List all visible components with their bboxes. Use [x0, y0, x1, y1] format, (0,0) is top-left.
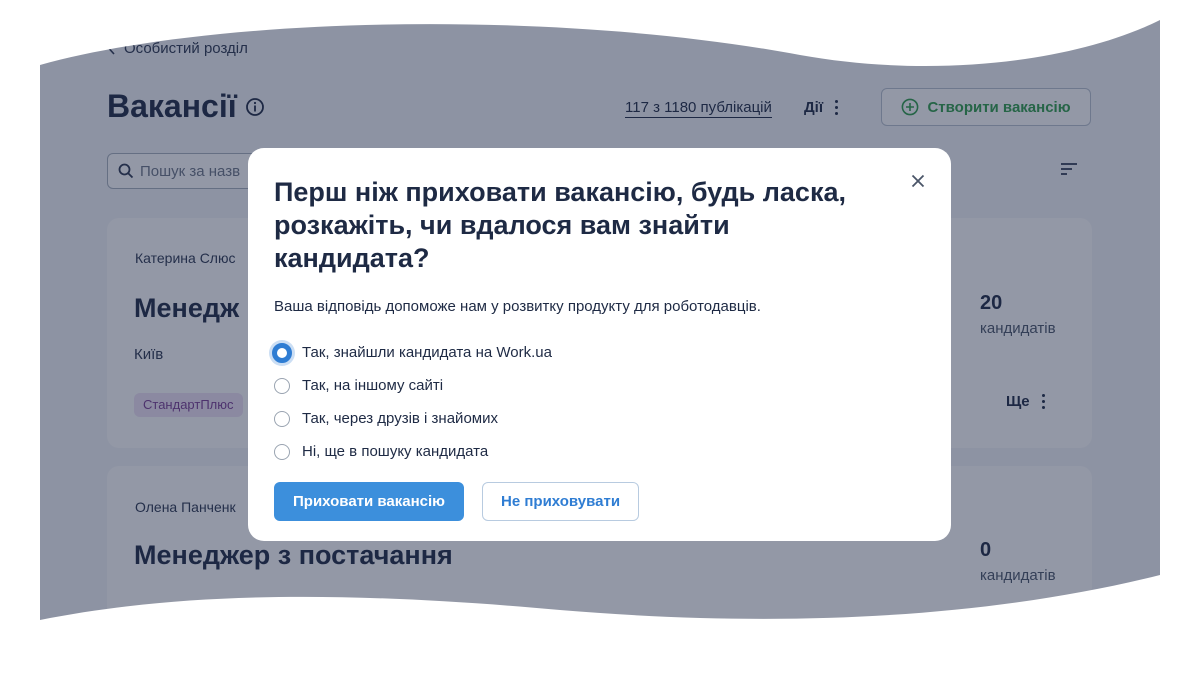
dialog-actions: Приховати вакансію Не приховувати: [274, 482, 925, 521]
option-label: Так, знайшли кандидата на Work.ua: [302, 344, 552, 361]
option-label: Так, на іншому сайті: [302, 377, 444, 394]
dialog-title: Перш ніж приховати вакансію, будь ласка,…: [274, 177, 846, 273]
hide-vacancy-button[interactable]: Приховати вакансію: [274, 482, 464, 521]
option-label: Ні, ще в пошуку кандидата: [302, 443, 489, 460]
close-icon[interactable]: [911, 174, 925, 188]
option-found-on-workua[interactable]: Так, знайшли кандидата на Work.ua: [272, 336, 925, 369]
radio[interactable]: [274, 443, 290, 460]
hide-vacancy-dialog: Перш ніж приховати вакансію, будь ласка,…: [248, 148, 951, 541]
dialog-subtitle: Ваша відповідь допоможе нам у розвитку п…: [274, 298, 761, 315]
option-label: Так, через друзів і знайомих: [302, 410, 498, 427]
radio[interactable]: [274, 410, 290, 427]
option-still-searching[interactable]: Ні, ще в пошуку кандидата: [274, 435, 925, 468]
do-not-hide-button[interactable]: Не приховувати: [482, 482, 640, 521]
radio-selected[interactable]: [272, 342, 292, 363]
option-other-site[interactable]: Так, на іншому сайті: [274, 369, 925, 402]
option-friends[interactable]: Так, через друзів і знайомих: [274, 402, 925, 435]
radio[interactable]: [274, 377, 290, 394]
answer-radio-group: Так, знайшли кандидата на Work.ua Так, н…: [272, 336, 925, 468]
